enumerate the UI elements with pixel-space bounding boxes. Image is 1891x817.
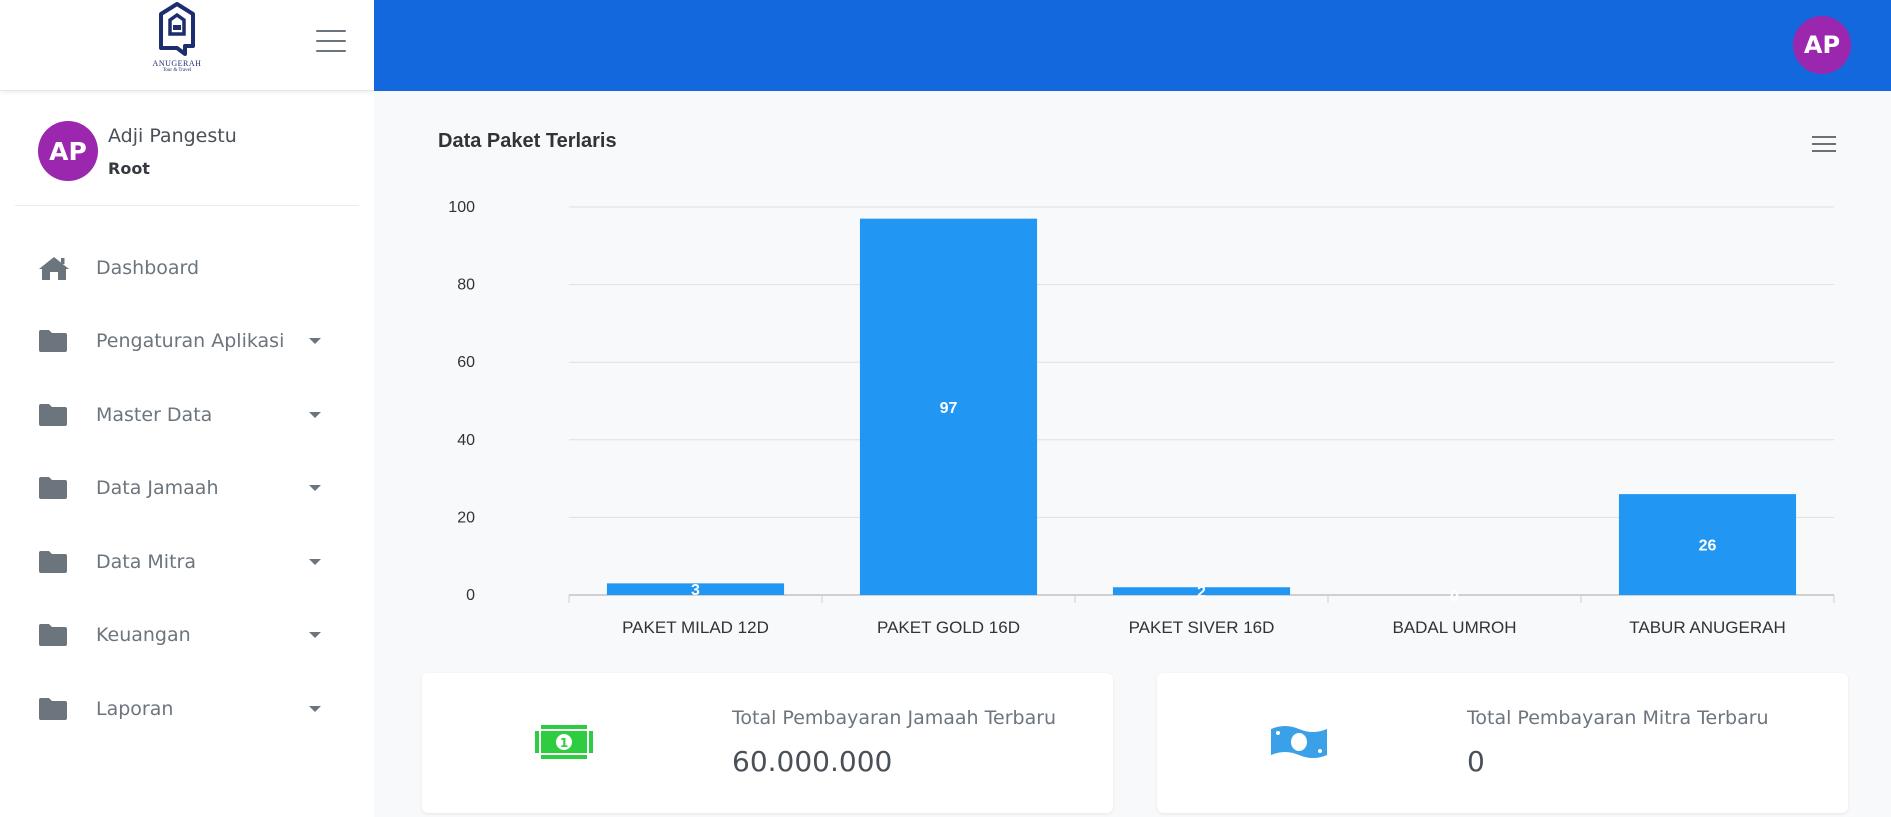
sidebar-item-keuangan[interactable]: Keuangan — [0, 599, 374, 673]
card-value: 0 — [1467, 745, 1485, 778]
data-label: 3 — [691, 582, 700, 599]
x-tick-label: PAKET MILAD 12D — [622, 618, 769, 637]
sidebar-nav: Dashboard Pengaturan Aplikasi Master Dat… — [0, 231, 374, 746]
y-tick-label: 20 — [457, 509, 475, 526]
sidebar-item-data-jamaah[interactable]: Data Jamaah — [0, 452, 374, 526]
chart-menu-button[interactable] — [1812, 136, 1836, 154]
sidebar-item-dashboard[interactable]: Dashboard — [0, 231, 374, 305]
card-label: Total Pembayaran Mitra Terbaru — [1467, 707, 1769, 729]
chart-title: Data Paket Terlaris — [438, 130, 617, 152]
user-name: Adji Pangestu — [108, 125, 237, 147]
cash-icon: 1 — [534, 721, 594, 763]
brand-logo-name: ANUGERAH — [152, 59, 202, 68]
folder-icon — [38, 621, 70, 649]
sidebar-item-label: Pengaturan Aplikasi — [96, 330, 285, 353]
folder-icon — [38, 474, 70, 502]
folder-icon — [38, 548, 70, 576]
sidebar-item-master-data[interactable]: Master Data — [0, 378, 374, 452]
sidebar-item-label: Laporan — [96, 697, 174, 720]
home-icon — [38, 254, 70, 282]
sidebar-toggle-button[interactable] — [316, 30, 346, 54]
x-tick-label: PAKET SIVER 16D — [1129, 618, 1275, 637]
logo-mark-icon — [159, 2, 195, 56]
menu-line — [1812, 143, 1836, 145]
chevron-down-icon — [309, 338, 321, 345]
menu-line — [316, 50, 346, 52]
sidebar-item-data-mitra[interactable]: Data Mitra — [0, 525, 374, 599]
user-role: Root — [108, 159, 150, 178]
sidebar-item-label: Data Jamaah — [96, 477, 219, 500]
menu-line — [316, 30, 346, 32]
best-selling-packages-chart: 0 20 40 60 80 100 3 PAKET MILAD 12D 97 PAKET GOLD… — [374, 91, 1891, 661]
data-label: 97 — [940, 400, 958, 417]
sidebar-item-pengaturan-aplikasi[interactable]: Pengaturan Aplikasi — [0, 305, 374, 379]
sidebar-item-laporan[interactable]: Laporan — [0, 672, 374, 746]
y-tick-label: 40 — [457, 432, 475, 449]
chevron-down-icon — [309, 705, 321, 712]
x-tick-label: PAKET GOLD 16D — [877, 618, 1020, 637]
data-label: 0 — [1450, 588, 1459, 605]
svg-text:1: 1 — [560, 736, 568, 750]
chevron-down-icon — [309, 558, 321, 565]
chevron-down-icon — [309, 485, 321, 492]
user-menu-avatar[interactable]: AP — [1793, 16, 1851, 74]
menu-line — [316, 40, 346, 42]
card-label: Total Pembayaran Jamaah Terbaru — [732, 707, 1057, 729]
folder-icon — [38, 401, 70, 429]
folder-icon — [38, 327, 70, 355]
jamaah-payment-card: 1 Total Pembayaran Jamaah Terbaru 60.000… — [422, 673, 1113, 813]
x-tick-label: BADAL UMROH — [1392, 618, 1516, 637]
top-navbar: AP — [374, 0, 1891, 91]
folder-icon — [38, 695, 70, 723]
mitra-payment-card: Total Pembayaran Mitra Terbaru 0 — [1157, 673, 1848, 813]
y-tick-label: 60 — [457, 354, 475, 371]
card-value: 60.000.000 — [732, 745, 893, 778]
menu-line — [1812, 150, 1836, 152]
brand-logo[interactable]: ANUGERAH Tour & Travel — [145, 2, 209, 84]
avatar[interactable]: AP — [38, 121, 98, 181]
data-label: 26 — [1699, 538, 1717, 555]
y-tick-label: 100 — [448, 199, 475, 216]
user-panel: AP Adji Pangestu Root — [15, 91, 359, 206]
money-icon — [1269, 721, 1329, 763]
sidebar-item-label: Data Mitra — [96, 550, 196, 573]
brand-logo-subtitle: Tour & Travel — [162, 68, 192, 73]
brand-bar: ANUGERAH Tour & Travel — [0, 0, 374, 91]
y-tick-label: 80 — [457, 277, 475, 294]
chevron-down-icon — [309, 632, 321, 639]
sidebar-item-label: Keuangan — [96, 624, 191, 647]
x-tick-label: TABUR ANUGERAH — [1629, 618, 1786, 637]
chevron-down-icon — [309, 411, 321, 418]
sidebar: ANUGERAH Tour & Travel AP Adji Pangestu … — [0, 0, 374, 817]
data-label: 2 — [1197, 584, 1206, 601]
bar-chart: 0204060801003PAKET MILAD 12D97PAKET GOLD… — [448, 199, 1835, 637]
sidebar-item-label: Master Data — [96, 403, 213, 426]
y-tick-label: 0 — [466, 587, 475, 604]
menu-line — [1812, 136, 1836, 138]
sidebar-item-label: Dashboard — [96, 256, 200, 279]
